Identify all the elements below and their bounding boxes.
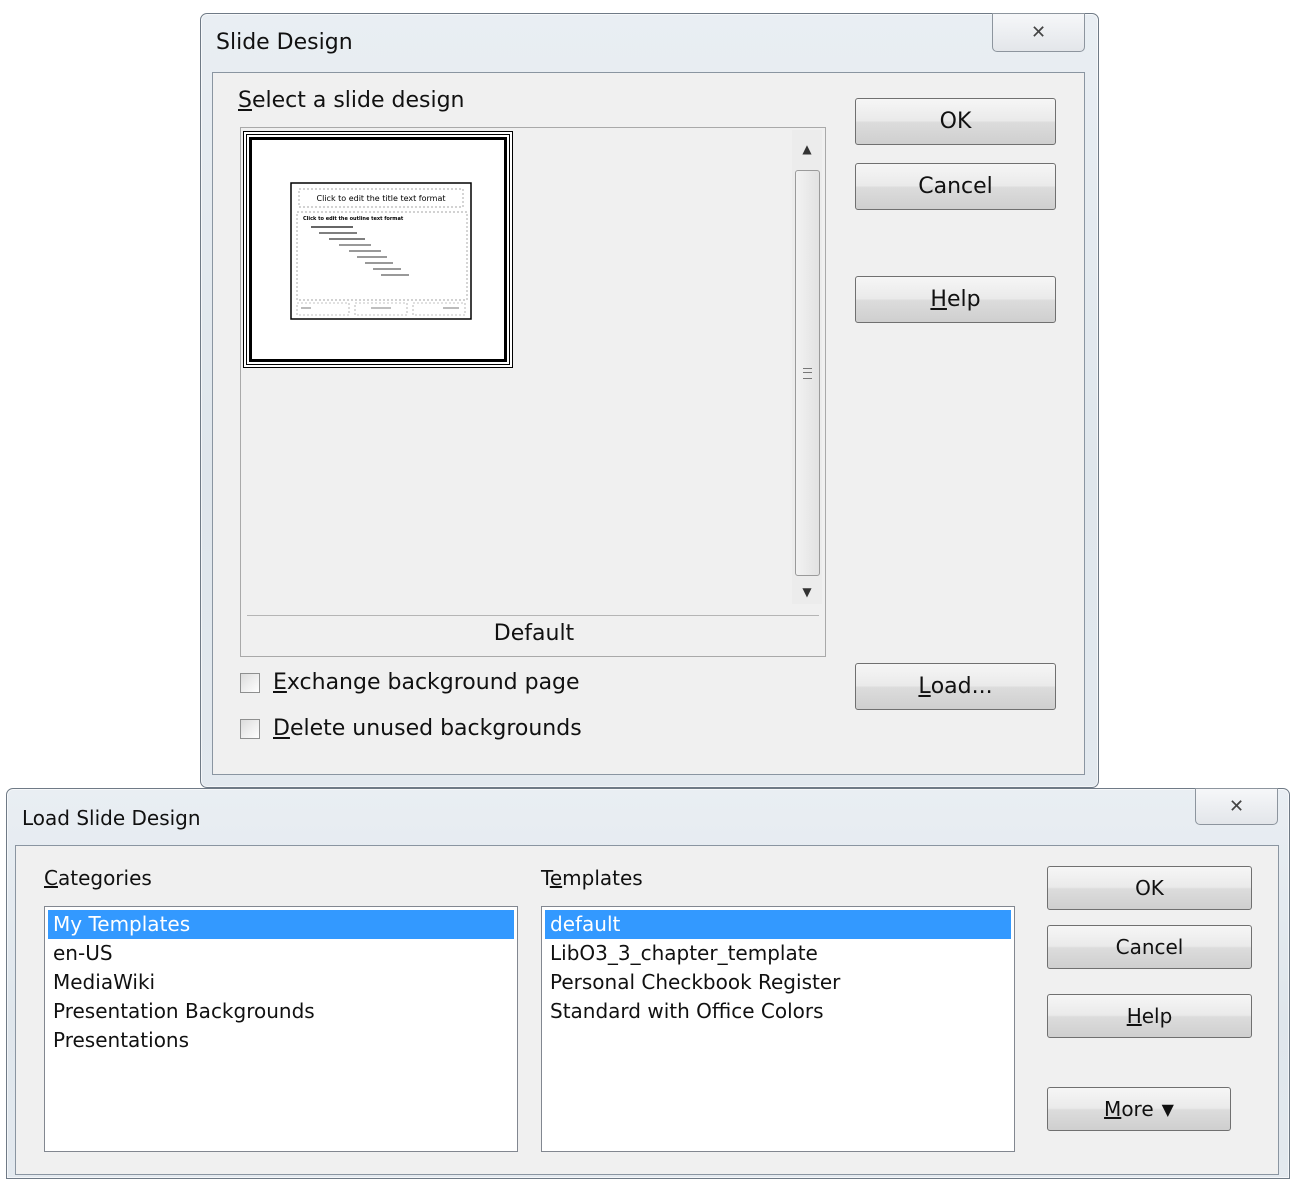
list-item[interactable]: en-US (48, 939, 514, 968)
categories-list[interactable]: My Templates en-US MediaWiki Presentatio… (44, 906, 518, 1152)
scroll-thumb[interactable] (795, 170, 820, 576)
templates-list[interactable]: default LibO3_3_chapter_template Persona… (541, 906, 1015, 1152)
list-item[interactable]: Presentation Backgrounds (48, 997, 514, 1026)
exchange-background-checkbox[interactable]: Exchange background page (240, 670, 580, 695)
templates-label: Templates (541, 866, 643, 890)
list-item[interactable]: Presentations (48, 1026, 514, 1055)
ok-button[interactable]: OK (855, 98, 1056, 145)
more-button[interactable]: More ▼ (1047, 1087, 1231, 1131)
close-icon: ✕ (1030, 22, 1047, 43)
double-chevron-down-icon: ▼ (1161, 1099, 1174, 1119)
delete-unused-checkbox[interactable]: Delete unused backgrounds (240, 716, 582, 741)
ok-button[interactable]: OK (1047, 866, 1252, 910)
select-design-label: Select a slide design (238, 88, 465, 113)
list-item[interactable]: Personal Checkbook Register (545, 968, 1011, 997)
list-item[interactable]: LibO3_3_chapter_template (545, 939, 1011, 968)
design-preview-list[interactable]: Click to edit the title text format Clic… (240, 127, 826, 657)
load-button[interactable]: Load... (855, 663, 1056, 710)
window-title: Slide Design (216, 30, 353, 55)
list-item[interactable]: default (545, 910, 1011, 939)
exchange-background-box[interactable] (240, 672, 260, 693)
list-item[interactable]: My Templates (48, 910, 514, 939)
arrow-down-icon: ▼ (802, 585, 812, 599)
preview-scrollbar[interactable]: ▲ ▼ (792, 130, 822, 604)
help-button[interactable]: Help (855, 276, 1056, 323)
grip-icon (803, 367, 812, 379)
cancel-button[interactable]: Cancel (1047, 925, 1252, 969)
arrow-up-icon: ▲ (802, 142, 812, 156)
design-thumbnail-default[interactable]: Click to edit the title text format Clic… (243, 131, 513, 368)
cancel-button[interactable]: Cancel (855, 163, 1056, 210)
categories-label: Categories (44, 866, 152, 890)
list-item[interactable]: Standard with Office Colors (545, 997, 1011, 1026)
thumbnail-title-text: Click to edit the title text format (317, 194, 446, 203)
delete-unused-box[interactable] (240, 718, 260, 739)
close-button[interactable]: ✕ (1195, 788, 1278, 825)
slide-thumbnail-image: Click to edit the title text format Clic… (290, 182, 472, 320)
close-icon: ✕ (1228, 796, 1245, 817)
close-button[interactable]: ✕ (992, 13, 1085, 52)
window-title: Load Slide Design (22, 806, 201, 830)
help-button[interactable]: Help (1047, 994, 1252, 1038)
thumbnail-outline-text: Click to edit the outline text format (303, 216, 404, 222)
scroll-up-button[interactable]: ▲ (792, 134, 822, 164)
list-item[interactable]: MediaWiki (48, 968, 514, 997)
design-name-label: Default (493, 621, 575, 646)
scroll-down-button[interactable]: ▼ (792, 577, 822, 607)
